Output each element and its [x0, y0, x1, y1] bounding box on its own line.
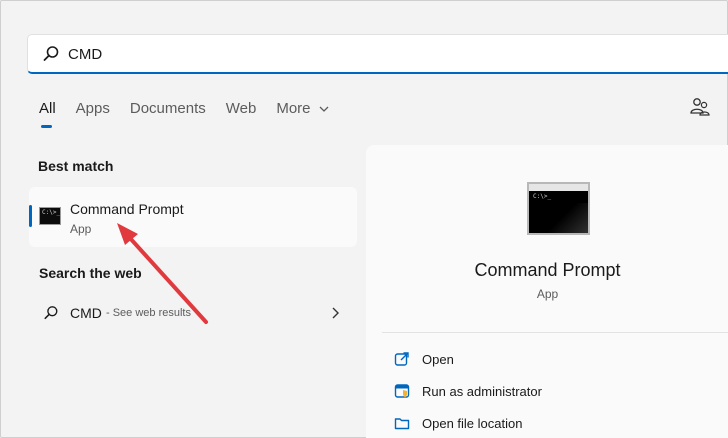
- tab-label: Apps: [75, 100, 110, 117]
- start-search-window: CMD All Apps Documents Web More Best mat…: [0, 0, 728, 438]
- action-label: Open file location: [422, 416, 523, 431]
- best-match-result[interactable]: C:\>_ Command Prompt App: [29, 187, 357, 247]
- tab-documents[interactable]: Documents: [130, 100, 206, 130]
- search-input[interactable]: CMD: [68, 46, 102, 63]
- command-prompt-icon: C:\>_: [39, 207, 61, 225]
- tab-label: More: [276, 100, 311, 117]
- tab-label: All: [39, 100, 56, 117]
- action-label: Open: [422, 352, 454, 367]
- tab-more[interactable]: More: [276, 100, 329, 130]
- detail-subtitle: App: [536, 287, 559, 301]
- icon-reflection: [548, 203, 588, 233]
- command-prompt-glyph: C:\>_: [42, 209, 61, 216]
- filter-tabs: All Apps Documents Web More: [39, 100, 349, 130]
- command-prompt-glyph: C:\>_: [533, 193, 552, 200]
- chevron-down-icon: [319, 106, 329, 112]
- web-query: CMD: [70, 305, 102, 321]
- action-label: Run as administrator: [422, 384, 542, 399]
- open-external-icon: [394, 352, 409, 366]
- divider: [382, 332, 728, 333]
- detail-title: Command Prompt: [474, 260, 621, 280]
- action-open-file-location[interactable]: Open file location: [394, 412, 714, 434]
- selection-indicator: [29, 205, 32, 227]
- tab-web[interactable]: Web: [226, 100, 257, 130]
- result-type: App: [70, 222, 92, 236]
- result-name: Command Prompt: [70, 201, 184, 217]
- search-box[interactable]: CMD: [27, 34, 728, 74]
- tab-apps[interactable]: Apps: [76, 100, 110, 130]
- tab-all[interactable]: All: [39, 100, 56, 130]
- action-open[interactable]: Open: [394, 348, 714, 370]
- command-prompt-large-icon: C:\>_: [527, 182, 590, 235]
- shield-admin-icon: [394, 384, 410, 398]
- search-icon: [44, 306, 58, 320]
- web-results-hint: - See web results: [106, 307, 191, 319]
- window-titlebar: [529, 184, 588, 191]
- chevron-right-icon[interactable]: [331, 307, 339, 319]
- search-icon: [43, 46, 59, 61]
- result-details-panel: C:\>_ Command Prompt App Open Run as adm…: [366, 145, 728, 438]
- active-tab-indicator: [41, 125, 52, 128]
- folder-icon: [394, 418, 410, 430]
- action-run-as-admin[interactable]: Run as administrator: [394, 380, 714, 402]
- search-web-heading: Search the web: [39, 265, 142, 281]
- account-switch-icon[interactable]: [689, 97, 711, 117]
- best-match-heading: Best match: [38, 158, 114, 174]
- tab-label: Web: [225, 100, 257, 117]
- web-search-result[interactable]: CMD - See web results: [29, 297, 357, 329]
- tab-label: Documents: [129, 100, 206, 117]
